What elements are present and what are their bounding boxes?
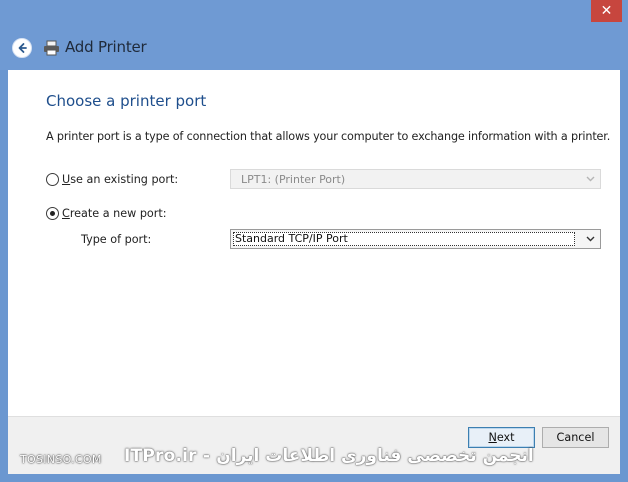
next-button[interactable]: Next [468,427,535,448]
chevron-down-icon[interactable] [586,234,595,243]
type-of-port-select[interactable]: Standard TCP/IP Port [230,229,601,249]
existing-port-value: LPT1: (Printer Port) [241,173,346,186]
existing-port-radio[interactable] [46,173,59,186]
existing-port-option[interactable]: Use an existing port: [46,173,178,186]
page-description: A printer port is a type of connection t… [46,130,611,143]
existing-port-label[interactable]: Use an existing port: [62,173,178,186]
new-port-radio[interactable] [46,207,59,220]
cancel-button[interactable]: Cancel [542,427,609,448]
back-button[interactable] [12,38,32,58]
back-arrow-icon [18,43,27,53]
watermark-left: TOSINSO.COM [20,453,102,466]
type-of-port-value: Standard TCP/IP Port [233,232,575,246]
main-content: Choose a printer port A printer port is … [8,70,620,416]
window-title: Add Printer [65,38,147,56]
close-button[interactable]: ✕ [591,0,622,22]
chevron-down-icon [586,176,595,182]
existing-port-select: LPT1: (Printer Port) [230,169,601,189]
printer-icon [44,40,59,56]
add-printer-window: ✕ Add Printer Choose a printer port A pr… [0,0,628,482]
new-port-option[interactable]: Create a new port: [46,207,167,220]
type-of-port-label: Type of port: [81,233,152,246]
new-port-label[interactable]: Create a new port: [62,207,167,220]
page-heading: Choose a printer port [46,92,207,110]
title-bar: ✕ Add Printer [0,0,628,70]
watermark-right: ITPro.ir - انجمن تخصصی فناوری اطلاعات ای… [124,446,534,466]
close-icon: ✕ [600,3,613,19]
